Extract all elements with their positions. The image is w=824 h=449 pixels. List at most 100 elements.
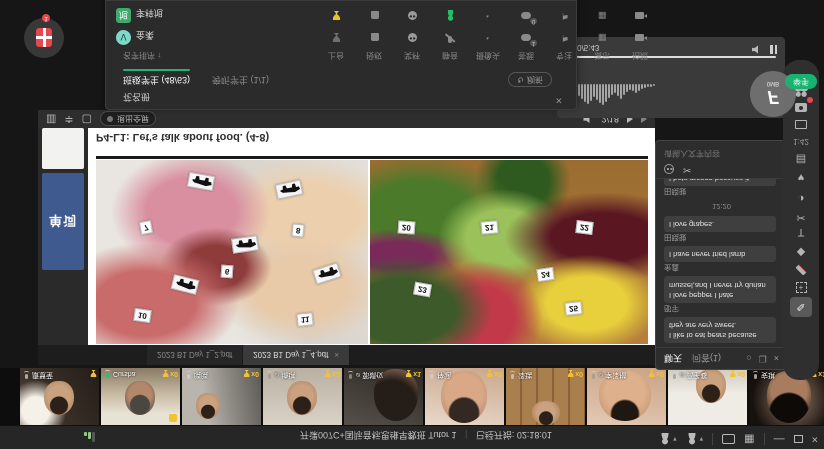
number-tag: 21 [481, 220, 499, 234]
video-strip: ⌀ 康慧莹 ⌀ Cursha x0 [0, 368, 824, 425]
exit-fullscreen-label: 退出全屏 [117, 114, 149, 125]
participant-video-tile[interactable]: ⌀ 康慧莹 [20, 368, 99, 425]
member-action-icon[interactable] [469, 31, 507, 44]
title-divider: | [465, 430, 467, 440]
pop-out-icon[interactable]: ❏ [759, 353, 767, 364]
participant-video [44, 381, 74, 415]
member-action-icon[interactable] [621, 31, 659, 44]
close-button[interactable]: × [812, 434, 818, 445]
chat-close-icon[interactable]: × [774, 354, 779, 364]
participant-video-tile[interactable]: ⌀ Cursha x0 [101, 368, 180, 425]
member-action-icon[interactable] [355, 9, 393, 22]
pencil-tool-icon[interactable]: ✎ [790, 297, 812, 317]
mirrored-screen: 开课007C+国际音标思维早教班 Tutor 1 | 已经开始: 02:18:0… [0, 0, 824, 449]
member-action-icon[interactable] [317, 31, 355, 44]
member-action-icon[interactable] [469, 9, 507, 22]
member-action-icon[interactable] [507, 31, 545, 44]
thumbnail-page-white[interactable] [42, 128, 84, 169]
close-tab-icon[interactable]: × [334, 351, 339, 360]
chat-messages[interactable]: I like to eat pears because they are ver… [656, 179, 787, 347]
tab-chat[interactable]: 聊天 [664, 352, 682, 365]
trophy-count-badge: x0 [648, 370, 664, 377]
participant-video-tile[interactable]: ⌀ 梓涵 x0 [425, 368, 504, 425]
refresh-circle-icon[interactable]: ○ [746, 354, 751, 364]
roster-member-row[interactable]: V 金柔 [106, 27, 576, 47]
waveform [566, 84, 676, 112]
participant-video-tile[interactable]: ⌀ 绮琪 x2 [263, 368, 342, 425]
roster-close-icon[interactable]: × [556, 94, 562, 106]
participant-name: 安琪 [761, 370, 775, 380]
pause-button[interactable] [770, 45, 777, 54]
refresh-button[interactable]: ↻ 刷新 [508, 72, 552, 87]
gift-floating-button[interactable] [24, 18, 64, 58]
mic-device-icon [659, 433, 671, 445]
member-action-icon[interactable] [545, 31, 583, 44]
chevron-down-icon: ▾ [673, 435, 677, 443]
layout-grid-icon[interactable]: ▦ [744, 434, 754, 445]
participant-name-label: ⌀ Cursha [103, 370, 136, 378]
chat-input-area[interactable]: ✂ 请输入文字内容 [656, 141, 787, 179]
participant-video-tile[interactable]: ⌀ 高子骞 x0 [668, 368, 747, 425]
mic-select-button[interactable]: ▾ [659, 433, 677, 445]
member-action-icon[interactable] [431, 31, 469, 44]
participant-video-tile[interactable]: ⌀ 泽瑞 x0 [506, 368, 585, 425]
message-bubble: I hate mango because it makes me allergi… [664, 179, 776, 186]
sticker-heart-icon[interactable]: ♥ [790, 167, 812, 187]
member-action-icon[interactable] [621, 9, 659, 22]
camera-select-button[interactable]: ▾ [686, 433, 704, 445]
participant-video-tile[interactable]: ⌀ 郭婧仪 x1 [344, 368, 423, 425]
trophy-count: x1 [413, 370, 421, 377]
maximize-button[interactable] [794, 435, 803, 443]
file-tab-bar: 2023 B1 Day 1_2.pdf 2023 B1 Day 1_4.pdf … [38, 345, 655, 365]
countdown-timer[interactable]: 1:42 [783, 137, 819, 146]
monitor-icon[interactable] [722, 434, 735, 444]
file-tab-inactive[interactable]: 2023 B1 Day 1_2.pdf [147, 345, 243, 365]
tab-class-students[interactable]: 班级学生 (48/63) [123, 69, 190, 87]
screenshare-icon[interactable] [790, 115, 812, 135]
member-action-icon[interactable] [507, 9, 545, 22]
volume-icon[interactable] [752, 45, 762, 54]
member-action-icon[interactable] [393, 9, 431, 22]
minimize-button[interactable]: — [774, 434, 785, 445]
member-action-icon[interactable] [545, 9, 583, 22]
select-area-icon[interactable]: + [790, 278, 812, 298]
column-header-label: 授权 [355, 50, 393, 61]
animal-silhouette-tag [171, 275, 200, 296]
scissors-icon[interactable]: ✂ [683, 164, 691, 174]
member-action-icon[interactable] [431, 9, 469, 22]
cards-layers-icon[interactable]: ▤ [790, 150, 812, 170]
sort-icon[interactable]: ≑ [64, 114, 73, 125]
exit-fullscreen-toggle[interactable]: 退出全屏 [100, 112, 156, 127]
tab-qa[interactable]: 问答(1) [692, 352, 721, 365]
contrast-tool-icon[interactable]: ◑ [790, 188, 812, 208]
participant-name-label: ⌀ 绮琪 [265, 370, 295, 380]
animal-silhouette-tag [312, 263, 341, 285]
network-signal-icon [84, 432, 98, 442]
column-header-label: 演示 [583, 50, 621, 61]
member-action-icon[interactable] [583, 31, 621, 44]
chat-input-placeholder[interactable]: 请输入文字内容 [664, 148, 779, 159]
number-tag: 23 [413, 282, 432, 298]
emoji-icon[interactable] [664, 164, 674, 174]
file-tab-active[interactable]: 2023 B1 Day 1_4.pdf × [243, 345, 350, 365]
brush-tool-icon[interactable] [790, 260, 812, 280]
member-action-icon[interactable] [317, 9, 355, 22]
layout-split-icon[interactable]: ▥ [46, 114, 56, 125]
raise-hand-button[interactable]: 举手 [785, 74, 817, 89]
shapes-tool-icon[interactable]: ◆ [790, 243, 812, 263]
camera-off-icon: ⌀ [275, 371, 279, 379]
frame-icon[interactable]: ▢ [82, 114, 92, 125]
roster-member-row[interactable]: 旭 李梓旭 [106, 5, 576, 25]
member-action-icon[interactable] [393, 31, 431, 44]
thumbnail-page-blue[interactable]: 单词 [42, 173, 84, 270]
tab-auditors[interactable]: 旁听学生 (1/1) [212, 69, 269, 87]
audio-controls [752, 45, 777, 54]
member-action-icon[interactable] [355, 31, 393, 44]
trophy-count: x0 [251, 370, 259, 377]
participant-video-tile[interactable]: ⌀ 李泽楷 x0 [587, 368, 666, 425]
number-tag: 7 [138, 220, 153, 235]
participant-video-tile[interactable]: ⌀ 晓晓 x0 [182, 368, 261, 425]
member-action-icon[interactable] [583, 9, 621, 22]
participant-name-label: ⌀ 安琪 [751, 370, 775, 380]
scissors-tool-icon[interactable]: ✂ [790, 208, 812, 228]
